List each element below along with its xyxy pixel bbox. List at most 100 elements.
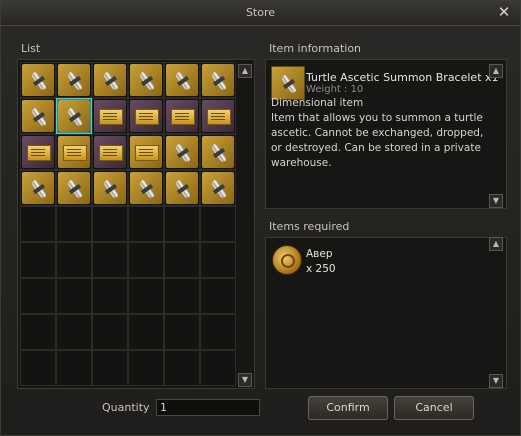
grid-slot[interactable] [164,242,200,278]
quantity-input[interactable] [156,399,260,416]
grid-slot[interactable] [56,62,92,98]
grid-slot[interactable] [128,134,164,170]
grid-slot[interactable] [92,314,128,350]
item-type: Dimensional item [271,97,364,109]
grid-slot[interactable] [200,242,236,278]
bracelet-icon [97,175,125,203]
grid-slot[interactable] [128,206,164,242]
grid-slot[interactable] [128,242,164,278]
bracelet-icon [97,67,125,95]
item-info-icon [271,66,305,100]
item-slot-content [166,100,198,132]
grid-slot[interactable] [200,206,236,242]
grid-slot[interactable] [92,206,128,242]
item-description: Item that allows you to summon a turtle … [271,112,484,169]
bracelet-icon [133,175,161,203]
grid-slot[interactable] [200,98,236,134]
item-slot-content [22,100,54,132]
list-scroll-down-icon[interactable]: ▼ [238,373,252,387]
item-slot-content [94,136,126,168]
grid-slot[interactable] [56,134,92,170]
grid-slot[interactable] [20,350,56,386]
grid-slot[interactable] [200,278,236,314]
bracelet-icon [25,175,53,203]
item-slot-content [58,64,90,96]
grid-slot[interactable] [92,278,128,314]
grid-slot[interactable] [56,206,92,242]
grid-slot[interactable] [20,278,56,314]
bracelet-icon [169,175,197,203]
item-slot-content [130,64,162,96]
grid-slot[interactable] [128,278,164,314]
grid-slot[interactable] [92,242,128,278]
grid-slot[interactable] [92,170,128,206]
item-weight: Weight : 10 [306,84,364,95]
grid-slot[interactable] [200,170,236,206]
close-icon[interactable]: ✕ [496,4,512,20]
ticket-icon [27,145,51,161]
grid-slot[interactable] [56,314,92,350]
grid-slot[interactable] [164,350,200,386]
grid-slot[interactable] [200,134,236,170]
ticket-icon [99,109,123,125]
ticket-icon [171,109,195,125]
bracelet-icon [205,139,233,167]
grid-slot[interactable] [92,98,128,134]
grid-slot[interactable] [164,134,200,170]
item-slot-content [130,136,162,168]
grid-slot[interactable] [128,350,164,386]
grid-slot[interactable] [20,62,56,98]
grid-slot[interactable] [92,62,128,98]
grid-slot[interactable] [164,314,200,350]
grid-slot[interactable] [20,170,56,206]
coin-icon [272,245,302,275]
grid-slot[interactable] [20,134,56,170]
item-slot-content [166,136,198,168]
required-item-quantity: x 250 [306,263,336,275]
grid-slot[interactable] [200,62,236,98]
info-scroll-up-icon[interactable]: ▲ [489,64,503,78]
grid-slot[interactable] [20,206,56,242]
grid-slot[interactable] [56,278,92,314]
grid-slot[interactable] [20,242,56,278]
grid-slot[interactable] [200,350,236,386]
store-window: Store ✕ List ▲ ▼ Item information Turtle… [0,0,521,436]
item-slot-content [202,100,234,132]
list-label: List [21,42,41,55]
item-slot-content [58,172,90,204]
bracelet-icon [25,67,53,95]
window-title: Store [245,6,276,19]
bracelet-icon [169,67,197,95]
grid-slot[interactable] [164,206,200,242]
grid-slot[interactable] [164,62,200,98]
grid-slot[interactable] [164,170,200,206]
ticket-icon [63,145,87,161]
required-scroll-down-icon[interactable]: ▼ [489,374,503,388]
list-scroll-up-icon[interactable]: ▲ [238,64,252,78]
grid-slot[interactable] [56,98,92,134]
title-bar[interactable]: Store ✕ [1,1,520,26]
grid-slot[interactable] [56,170,92,206]
confirm-button[interactable]: Confirm [308,396,388,420]
bracelet-icon [275,70,303,98]
grid-slot[interactable] [128,62,164,98]
grid-slot[interactable] [128,314,164,350]
grid-slot[interactable] [20,98,56,134]
grid-slot[interactable] [164,98,200,134]
item-slot-content [58,100,90,132]
cancel-button[interactable]: Cancel [394,396,474,420]
grid-slot[interactable] [92,134,128,170]
grid-slot[interactable] [128,170,164,206]
item-slot-content [202,172,234,204]
grid-slot[interactable] [164,278,200,314]
grid-slot[interactable] [200,314,236,350]
info-scroll-down-icon[interactable]: ▼ [489,194,503,208]
grid-slot[interactable] [56,242,92,278]
grid-slot[interactable] [56,350,92,386]
grid-slot[interactable] [92,350,128,386]
grid-slot[interactable] [20,314,56,350]
required-scroll-up-icon[interactable]: ▲ [489,237,503,251]
item-slot-content [94,172,126,204]
grid-slot[interactable] [128,98,164,134]
item-info-label: Item information [269,42,362,55]
